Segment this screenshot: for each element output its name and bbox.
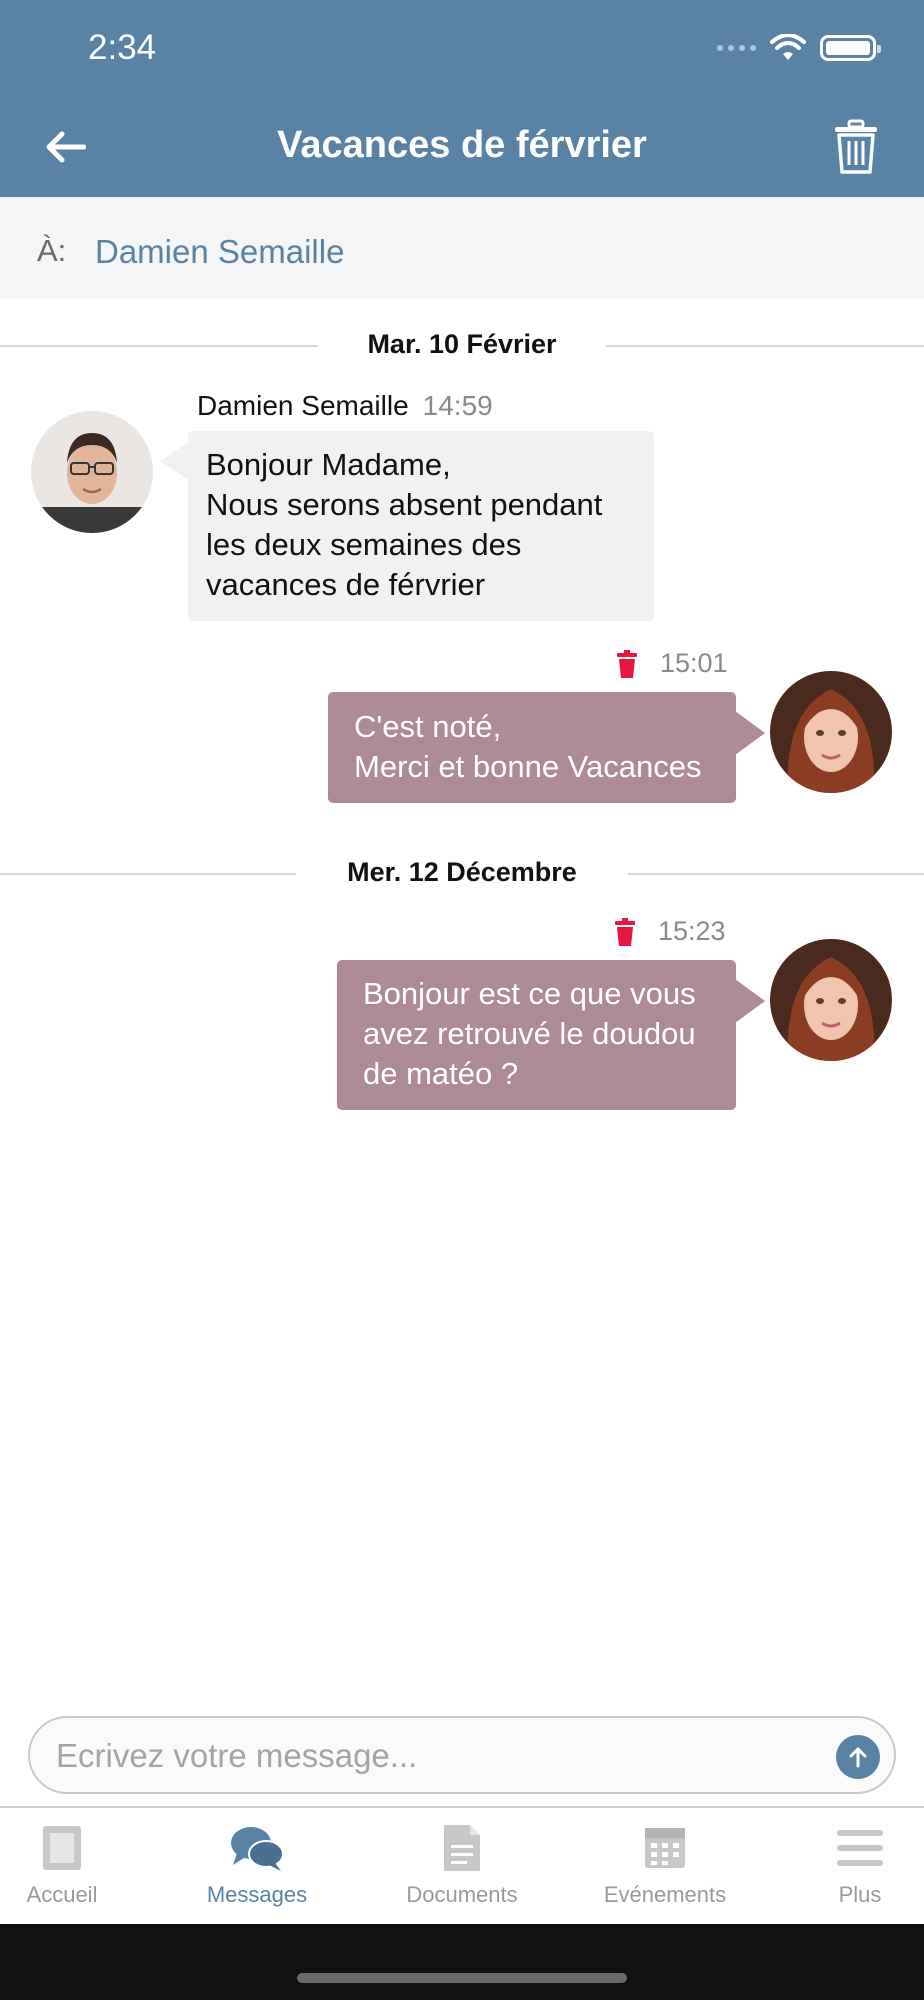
- message-line: Bonjour est ce que vous: [363, 976, 696, 1011]
- wifi-icon: [770, 34, 806, 60]
- outgoing-message-bubble[interactable]: C'est noté, Merci et bonne Vacances: [328, 692, 736, 803]
- date-label: Mer. 12 Décembre: [347, 857, 577, 887]
- message-line: C'est noté,: [354, 709, 502, 744]
- tab-evenements[interactable]: Evénements: [573, 1820, 757, 1920]
- message-time: 14:59: [422, 390, 493, 421]
- tab-messages[interactable]: Messages: [165, 1820, 349, 1920]
- home-icon: [43, 1826, 81, 1870]
- arrow-up-icon: [849, 1747, 867, 1768]
- message-line: les deux semaines des: [206, 527, 522, 562]
- delete-message-button[interactable]: [614, 917, 636, 947]
- trash-icon: [615, 917, 635, 946]
- message-input[interactable]: [56, 1728, 836, 1784]
- trash-icon: [835, 119, 877, 174]
- user-avatar[interactable]: [770, 939, 892, 1061]
- tab-plus[interactable]: Plus: [768, 1820, 924, 1920]
- message-composer: [28, 1716, 896, 1794]
- calendar-icon: [645, 1828, 685, 1868]
- recipient-label: À:: [37, 233, 67, 268]
- menu-icon: [837, 1830, 883, 1866]
- document-icon: [444, 1825, 480, 1871]
- signal-icon: [717, 45, 756, 51]
- app-header: 2:34 Vacances de férvrier: [0, 0, 924, 197]
- message-line: Merci et bonne Vacances: [354, 749, 702, 784]
- message-time: 15:01: [660, 648, 728, 678]
- home-indicator[interactable]: [297, 1973, 627, 1983]
- battery-icon: [820, 35, 881, 61]
- incoming-message-bubble[interactable]: Bonjour Madame, Nous serons absent penda…: [188, 431, 654, 621]
- trash-icon: [617, 649, 637, 678]
- bubble-tail: [735, 711, 765, 755]
- home-indicator-area: [0, 1924, 924, 2000]
- bubble-tail: [160, 441, 190, 481]
- outgoing-message-bubble[interactable]: Bonjour est ce que vous avez retrouvé le…: [337, 960, 736, 1110]
- status-icons: [717, 34, 881, 62]
- send-button[interactable]: [836, 1735, 880, 1779]
- date-label: Mar. 10 Février: [367, 329, 557, 359]
- delete-conversation-button[interactable]: [828, 116, 884, 178]
- message-time: 15:23: [658, 916, 726, 946]
- date-separator: Mar. 10 Février: [0, 325, 924, 365]
- message-line: vacances de férvrier: [206, 567, 486, 602]
- tab-label: Messages: [206, 1882, 308, 1907]
- page-title: Vacances de férvrier: [277, 124, 647, 166]
- message-line: Bonjour Madame,: [206, 447, 451, 482]
- bubble-tail: [735, 979, 765, 1023]
- message-meta: 15:01: [616, 648, 728, 679]
- recipient-name[interactable]: Damien Semaille: [95, 233, 344, 271]
- tab-bar: Accueil Messages Documents Evénements Pl…: [0, 1806, 924, 1924]
- message-line: de matéo ?: [363, 1056, 519, 1091]
- chat-icon: [231, 1827, 284, 1871]
- tab-documents[interactable]: Documents: [370, 1820, 554, 1920]
- delete-message-button[interactable]: [616, 649, 638, 679]
- recipient-bar: À: Damien Semaille: [0, 197, 924, 299]
- message-line: avez retrouvé le doudou: [363, 1016, 696, 1051]
- message-meta: 15:23: [614, 916, 726, 947]
- tab-label: Evénements: [603, 1882, 727, 1907]
- user-avatar[interactable]: [770, 671, 892, 793]
- tab-label: Accueil: [26, 1882, 98, 1907]
- message-line: Nous serons absent pendant: [206, 487, 603, 522]
- sender-avatar[interactable]: [31, 411, 153, 533]
- date-separator: Mer. 12 Décembre: [0, 853, 924, 893]
- sender-name: Damien Semaille: [197, 390, 409, 421]
- sender-line: Damien Semaille 14:59: [197, 390, 493, 422]
- tab-label: Documents: [406, 1882, 518, 1907]
- tab-label: Plus: [838, 1882, 882, 1907]
- tab-accueil[interactable]: Accueil: [0, 1820, 154, 1920]
- status-time: 2:34: [88, 28, 157, 67]
